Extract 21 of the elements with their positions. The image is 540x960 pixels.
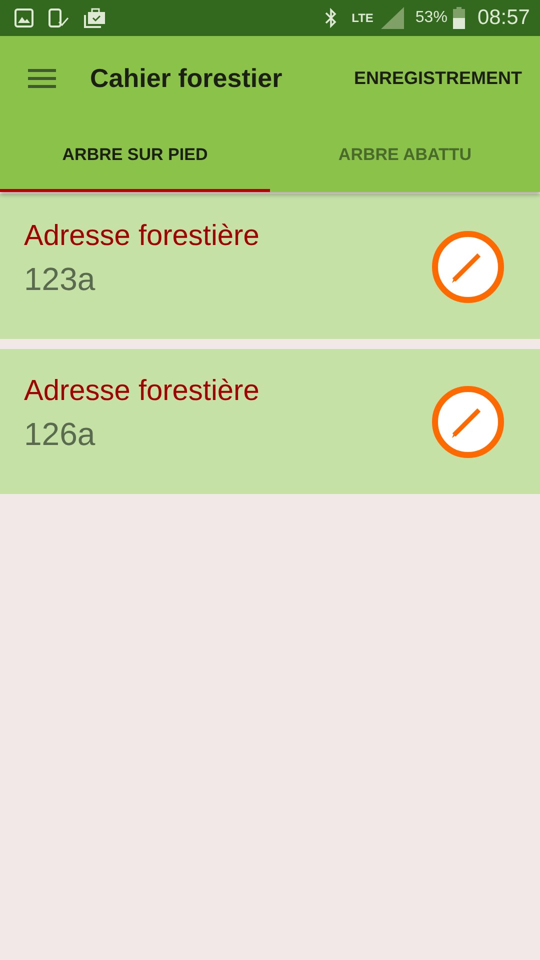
battery-percent: 53% [415, 9, 448, 27]
signal-icon [379, 7, 406, 29]
tab[interactable]: ARBRE ABATTU [270, 120, 540, 192]
clock: 08:57 [477, 6, 530, 30]
save-button[interactable]: ENREGISTREMENT [354, 60, 522, 96]
item-number: 123a [24, 260, 96, 298]
edit-icon[interactable] [432, 386, 504, 458]
item-title: Adresse forestière [24, 220, 260, 252]
list-card[interactable]: Adresse forestière 126a [0, 349, 540, 494]
item-number: 126a [24, 416, 96, 452]
list-card[interactable]: Adresse forestière 123a [0, 194, 540, 339]
edit-icon[interactable] [432, 230, 504, 302]
bluetooth-icon [324, 8, 338, 28]
app-title: Cahier forestier [90, 62, 284, 94]
battery-icon [453, 7, 466, 29]
menu-icon[interactable] [28, 68, 56, 88]
tablet-check-icon [48, 8, 70, 28]
briefcase-check-icon [84, 8, 106, 28]
item-title: Adresse forestière [24, 374, 260, 408]
image-icon [14, 8, 34, 28]
network-type-label: LTE [352, 11, 374, 25]
